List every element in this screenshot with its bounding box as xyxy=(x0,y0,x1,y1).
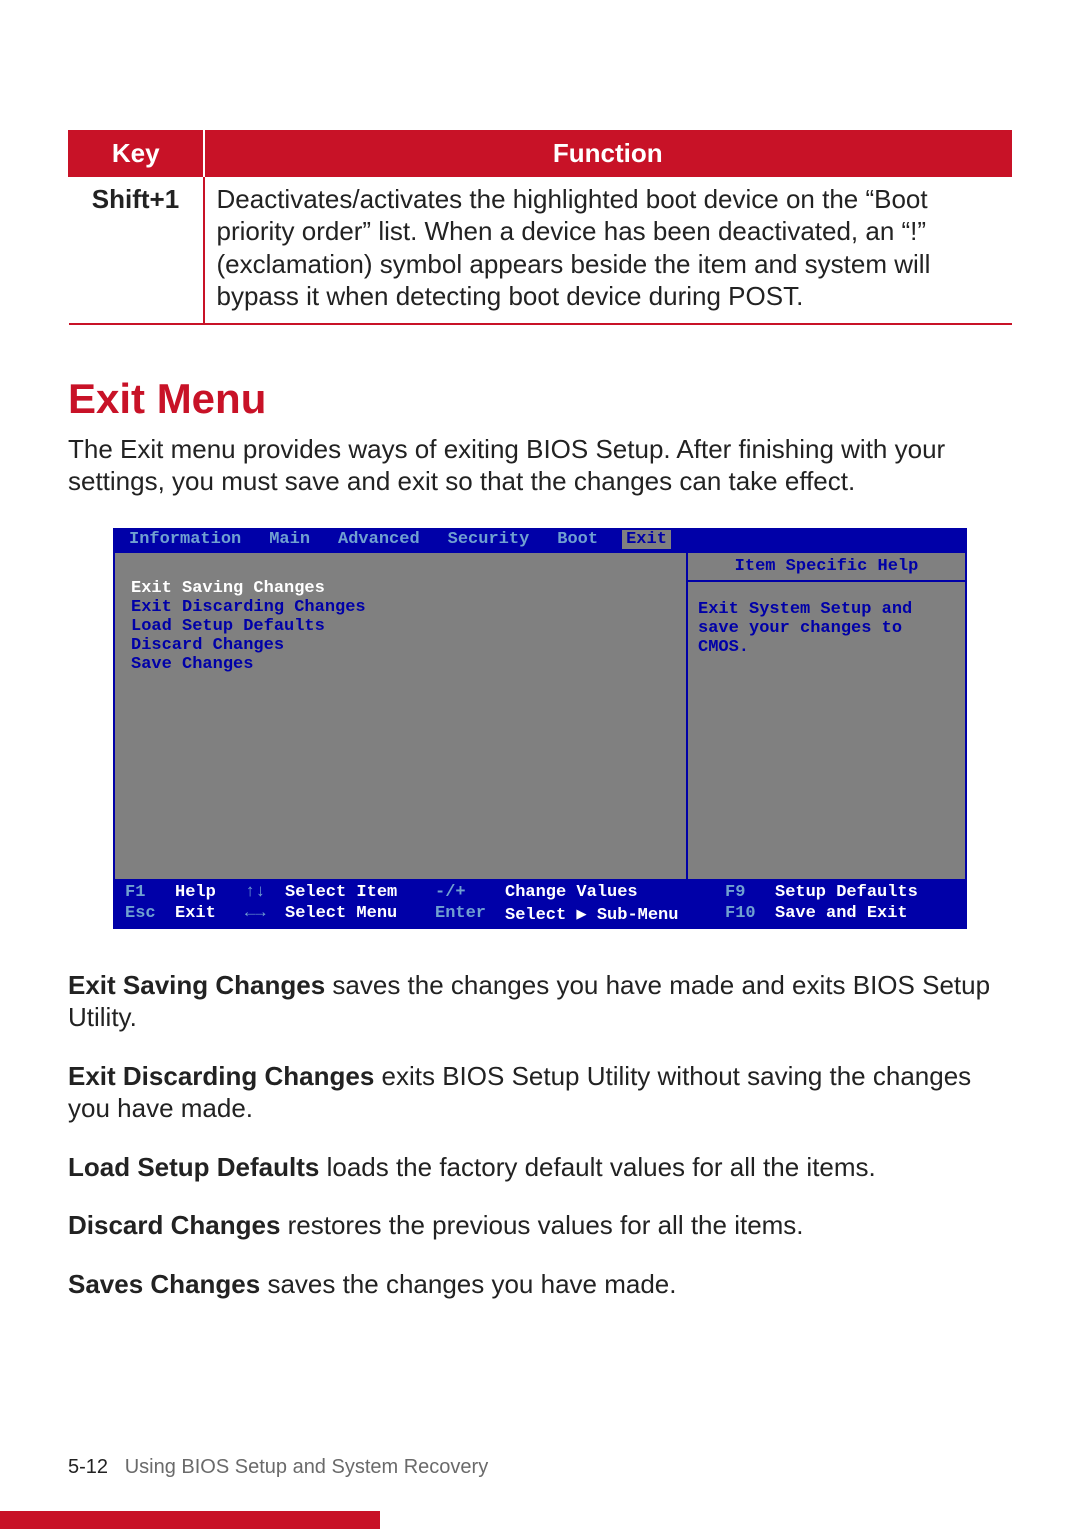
bios-tab-boot: Boot xyxy=(557,530,598,549)
bios-key-updown-label: Select Item xyxy=(285,883,435,902)
footer-red-bar xyxy=(0,1511,380,1529)
bios-key-updown: ↑↓ xyxy=(245,883,285,902)
bios-option-discard-changes: Discard Changes xyxy=(131,636,670,655)
section-heading: Exit Menu xyxy=(68,375,1012,423)
bios-tab-information: Information xyxy=(129,530,241,549)
bios-key-esc-label: Exit xyxy=(175,904,245,925)
bios-tab-security: Security xyxy=(448,530,530,549)
definition-item: Load Setup Defaults loads the factory de… xyxy=(68,1151,1012,1184)
bios-footer-keys: F1 Help ↑↓ Select Item -/+ Change Values… xyxy=(113,881,967,929)
bios-key-leftright-label: Select Menu xyxy=(285,904,435,925)
bios-option-load-defaults: Load Setup Defaults xyxy=(131,617,670,636)
definition-item: Exit Saving Changes saves the changes yo… xyxy=(68,969,1012,1034)
bios-key-f9: F9 xyxy=(725,883,775,902)
bios-option-exit-discarding: Exit Discarding Changes xyxy=(131,598,670,617)
bios-option-exit-saving: Exit Saving Changes xyxy=(131,561,670,598)
definition-item: Discard Changes restores the previous va… xyxy=(68,1209,1012,1242)
bios-key-f10: F10 xyxy=(725,904,775,925)
footer-section-title: Using BIOS Setup and System Recovery xyxy=(125,1456,489,1478)
bios-key-plusminus: -/+ xyxy=(435,883,505,902)
bios-option-save-changes: Save Changes xyxy=(131,655,670,674)
key-function-table: Key Function Shift+1 Deactivates/activat… xyxy=(68,130,1012,325)
bios-screenshot: Information Main Advanced Security Boot … xyxy=(113,528,967,929)
bios-tab-main: Main xyxy=(269,530,310,549)
table-header-key: Key xyxy=(69,131,204,177)
bios-options-pane: Exit Saving Changes Exit Discarding Chan… xyxy=(113,551,687,881)
bios-menu-bar: Information Main Advanced Security Boot … xyxy=(113,528,967,551)
bios-key-leftright: ←→ xyxy=(245,904,285,925)
bios-key-enter-label: Select ▶ Sub-Menu xyxy=(505,904,725,925)
bios-key-enter: Enter xyxy=(435,904,505,925)
intro-paragraph: The Exit menu provides ways of exiting B… xyxy=(68,433,1012,498)
bios-key-esc: Esc xyxy=(125,904,175,925)
bios-help-title: Item Specific Help xyxy=(688,553,965,582)
bios-key-f10-label: Save and Exit xyxy=(775,904,955,925)
definition-item: Exit Discarding Changes exits BIOS Setup… xyxy=(68,1060,1012,1125)
page-number: 5-12 xyxy=(68,1456,108,1478)
bios-key-f9-label: Setup Defaults xyxy=(775,883,955,902)
bios-help-body: Exit System Setup and save your changes … xyxy=(688,582,965,675)
table-row: Shift+1 Deactivates/activates the highli… xyxy=(69,176,1012,324)
table-key-cell: Shift+1 xyxy=(69,176,204,324)
bios-help-pane: Item Specific Help Exit System Setup and… xyxy=(687,551,967,881)
bios-key-plusminus-label: Change Values xyxy=(505,883,725,902)
page-footer: 5-12 Using BIOS Setup and System Recover… xyxy=(0,1441,1080,1529)
table-function-cell: Deactivates/activates the highlighted bo… xyxy=(204,176,1012,324)
definitions-list: Exit Saving Changes saves the changes yo… xyxy=(68,969,1012,1301)
bios-key-f1-label: Help xyxy=(175,883,245,902)
bios-key-f1: F1 xyxy=(125,883,175,902)
definition-item: Saves Changes saves the changes you have… xyxy=(68,1268,1012,1301)
table-header-function: Function xyxy=(204,131,1012,177)
bios-tab-advanced: Advanced xyxy=(338,530,420,549)
bios-tab-exit: Exit xyxy=(622,530,671,549)
